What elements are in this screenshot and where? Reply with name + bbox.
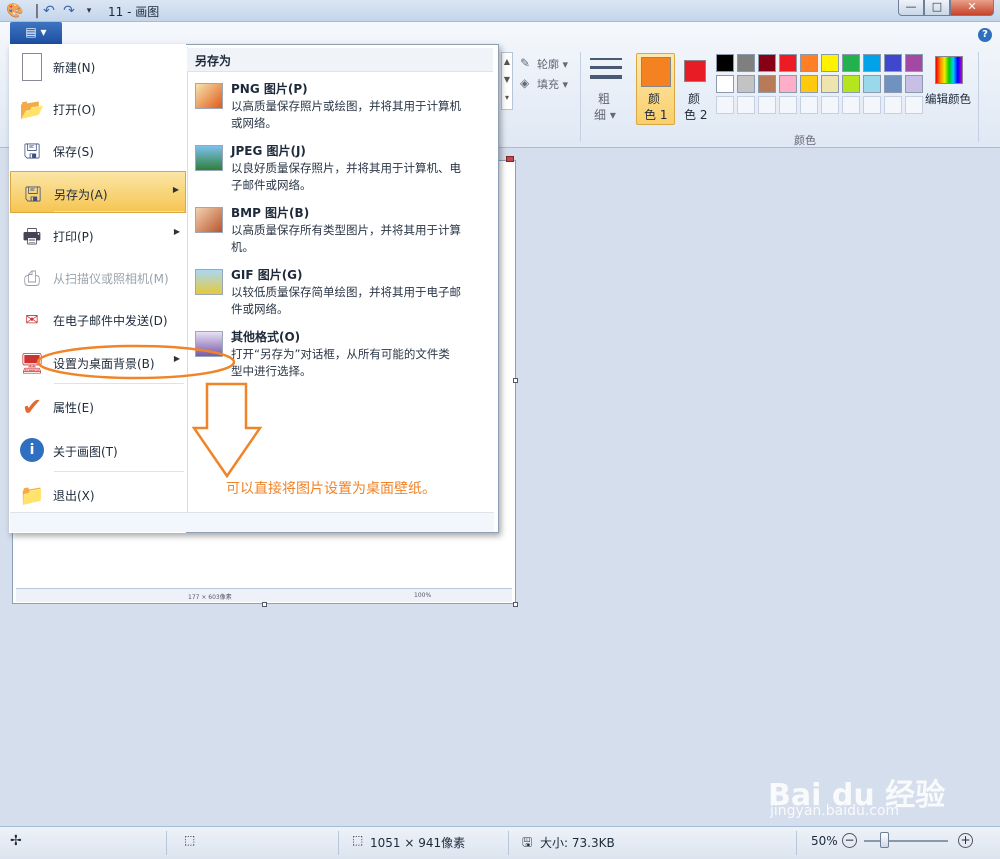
annotation-text: 可以直接将图片设置为桌面壁纸。 (226, 481, 436, 497)
annotation-overlay (36, 344, 263, 479)
arrow-down-icon (191, 382, 263, 479)
highlight-ellipse (36, 344, 236, 380)
